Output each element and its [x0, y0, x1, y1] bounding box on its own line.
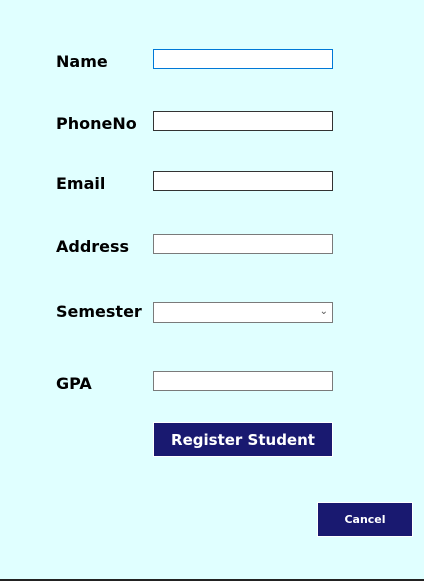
register-student-button[interactable]: Register Student — [153, 422, 333, 457]
cancel-button[interactable]: Cancel — [317, 502, 413, 537]
email-input[interactable] — [153, 171, 333, 191]
chevron-down-icon: ⌄ — [319, 306, 328, 317]
gpa-label: GPA — [56, 374, 92, 393]
email-label: Email — [56, 174, 106, 193]
gpa-input[interactable] — [153, 371, 333, 391]
phone-input[interactable] — [153, 111, 333, 131]
semester-label: Semester — [56, 302, 142, 321]
address-input[interactable] — [153, 234, 333, 254]
name-label: Name — [56, 52, 108, 71]
name-input[interactable] — [153, 49, 333, 69]
semester-select[interactable]: ⌄ — [153, 302, 333, 323]
phone-label: PhoneNo — [56, 114, 137, 133]
address-label: Address — [56, 237, 130, 256]
